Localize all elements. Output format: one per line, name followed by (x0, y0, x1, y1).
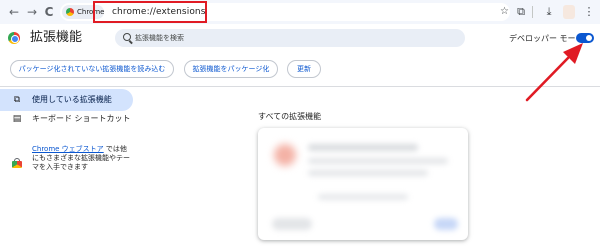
search-icon (123, 33, 131, 41)
extension-id-blurred (318, 194, 408, 200)
load-unpacked-button[interactable]: パッケージ化されていない拡張機能を読み込む (10, 60, 174, 78)
web-store-icon (12, 158, 22, 168)
web-store-link[interactable]: Chrome ウェブストア (32, 145, 104, 153)
sidebar-item-label: キーボード ショートカット (32, 114, 131, 123)
puzzle-icon: ⧉ (13, 95, 21, 105)
developer-mode-label: デベロッパー モード (509, 34, 584, 43)
download-icon[interactable]: ⤓ (542, 4, 556, 20)
back-icon[interactable]: ← (6, 4, 22, 20)
browser-toolbar: ← → C Chrome chrome://extensions ☆ ⧉ ⤓ ⋮ (0, 0, 600, 24)
url-highlight-box (93, 1, 207, 23)
toolbar-divider (532, 6, 533, 18)
extension-toggle-blurred[interactable] (434, 218, 458, 230)
toggle-knob (586, 35, 592, 41)
extensions-puzzle-icon[interactable]: ⧉ (514, 4, 528, 20)
forward-icon[interactable]: → (24, 4, 40, 20)
all-extensions-heading: すべての拡張機能 (258, 112, 322, 121)
extension-icon-blurred (274, 144, 296, 166)
developer-mode-toggle[interactable] (576, 33, 594, 43)
extension-details-button-blurred[interactable] (272, 218, 312, 230)
sidebar-item-label: 使用している拡張機能 (32, 95, 112, 104)
chrome-logo-icon (66, 8, 74, 16)
update-button[interactable]: 更新 (287, 60, 321, 78)
page-title: 拡張機能 (30, 30, 83, 45)
sidebar-item-my-extensions[interactable]: ⧉ 使用している拡張機能 (0, 89, 133, 111)
extension-card (258, 128, 468, 240)
reload-icon[interactable]: C (41, 4, 57, 20)
keyboard-icon: ▤ (12, 114, 22, 124)
profile-avatar[interactable] (563, 5, 575, 19)
chrome-logo-icon (8, 32, 20, 44)
kebab-menu-icon[interactable]: ⋮ (582, 4, 596, 20)
header-divider (0, 86, 600, 87)
search-box[interactable] (115, 29, 465, 47)
pack-extension-button[interactable]: 拡張機能をパッケージ化 (184, 60, 278, 78)
bookmark-star-icon[interactable]: ☆ (500, 3, 510, 21)
sidebar-item-keyboard-shortcuts[interactable]: ▤ キーボード ショートカット (0, 112, 133, 132)
extension-description-blurred (308, 170, 428, 176)
extension-name-blurred (308, 144, 418, 151)
search-input[interactable] (135, 29, 455, 47)
web-store-promo: Chrome ウェブストア では他にもさまざまな拡張機能やテーマを入手できます (32, 145, 132, 172)
extension-description-blurred (308, 158, 448, 164)
